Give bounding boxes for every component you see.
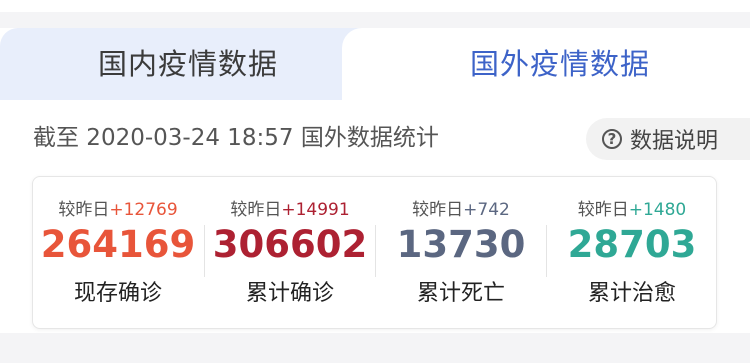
tab-domestic[interactable]: 国内疫情数据	[0, 28, 372, 100]
stat-value: 306602	[212, 223, 368, 266]
top-strip	[0, 0, 750, 12]
stat-total-recovered: 较昨日+1480 28703 累计治愈	[547, 177, 717, 328]
question-circle-icon: ?	[602, 129, 622, 149]
data-explanation-label: 数据说明	[630, 129, 719, 154]
stat-value: 13730	[396, 223, 526, 266]
stat-label: 累计确诊	[245, 281, 334, 306]
stat-total-confirmed: 较昨日+14991 306602 累计确诊	[205, 177, 375, 328]
data-explanation-button[interactable]: ? 数据说明	[586, 118, 750, 160]
tab-bar: 国内疫情数据 国外疫情数据	[0, 28, 750, 100]
compare-label: 较昨日	[230, 200, 282, 220]
stat-label: 累计死亡	[416, 281, 505, 306]
stat-label: 现存确诊	[73, 281, 162, 306]
delta-value: +14991	[281, 200, 350, 220]
stat-total-deaths: 较昨日+742 13730 累计死亡	[376, 177, 546, 328]
stats-card: 较昨日+12769 264169 现存确诊 较昨日+14991 306602 累…	[32, 176, 717, 329]
compare-label: 较昨日	[577, 200, 629, 220]
stat-compare: 较昨日+12769	[33, 195, 203, 220]
delta-value: +742	[463, 200, 510, 220]
stat-existing-confirmed: 较昨日+12769 264169 现存确诊	[33, 177, 203, 328]
stat-value: 28703	[567, 223, 697, 266]
tab-foreign[interactable]: 国外疫情数据	[342, 28, 750, 100]
bottom-strip	[0, 333, 750, 363]
stat-value: 264169	[40, 223, 196, 266]
stat-compare: 较昨日+1480	[547, 195, 717, 220]
delta-value: +1480	[628, 200, 687, 220]
delta-value: +12769	[109, 200, 178, 220]
tab-foreign-label: 国外疫情数据	[470, 47, 651, 81]
compare-label: 较昨日	[58, 200, 110, 220]
cutoff-timestamp: 截至 2020-03-24 18:57 国外数据统计	[33, 125, 439, 151]
stat-compare: 较昨日+742	[376, 195, 546, 220]
meta-row: 截至 2020-03-24 18:57 国外数据统计 ? 数据说明	[0, 118, 750, 160]
stat-compare: 较昨日+14991	[205, 195, 375, 220]
stat-label: 累计治愈	[587, 281, 676, 306]
compare-label: 较昨日	[412, 200, 464, 220]
data-panel: 国内疫情数据 国外疫情数据 截至 2020-03-24 18:57 国外数据统计…	[0, 28, 750, 363]
tab-domestic-label: 国内疫情数据	[98, 47, 279, 81]
